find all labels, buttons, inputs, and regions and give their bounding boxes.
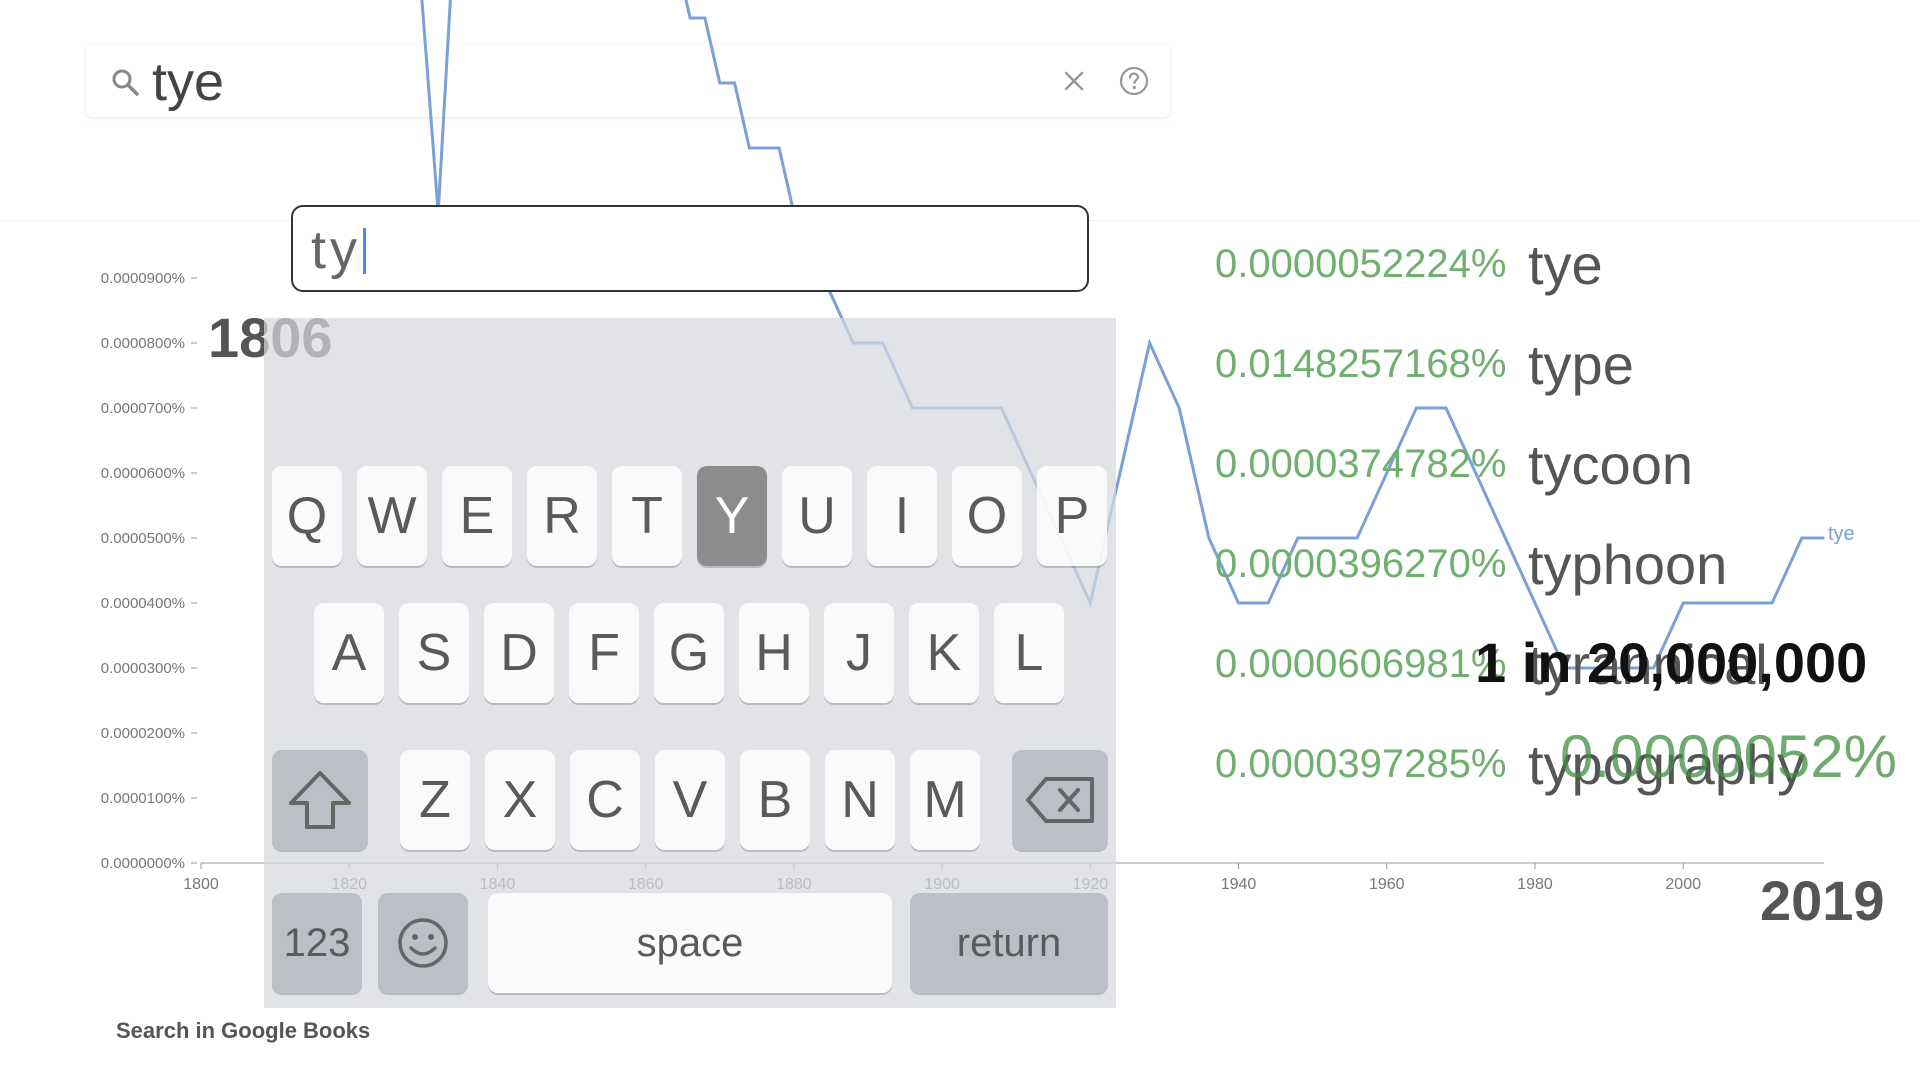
key-o[interactable]: O [952, 466, 1022, 566]
y-tick-label: 0.0000400% [101, 595, 185, 612]
y-tick-label: 0.0000300% [101, 660, 185, 677]
y-tick-label: 0.0000000% [101, 855, 185, 872]
x-tick-label: 1980 [1517, 876, 1553, 893]
word-label: tycoon [1528, 433, 1693, 496]
data-point [1297, 537, 1299, 539]
data-point [1504, 537, 1507, 539]
series-label-tye: tye [1828, 523, 1855, 545]
x-tick-label: 2000 [1665, 876, 1701, 893]
key-a[interactable]: A [314, 603, 384, 703]
key-z[interactable]: Z [400, 750, 470, 850]
space-key[interactable]: space [488, 893, 892, 993]
ratio-overlay-text: 1 in 20,000,000 [1475, 631, 1868, 694]
percent-overlay-text: 0.0000052% [1560, 723, 1897, 790]
data-point [1445, 407, 1447, 409]
word-label: type [1528, 333, 1634, 396]
data-point [1823, 537, 1825, 539]
data-point [1741, 602, 1744, 604]
y-tick-label: 0.0000800% [101, 335, 185, 352]
data-point [718, 82, 721, 84]
data-point [1682, 602, 1684, 604]
key-g[interactable]: G [654, 603, 724, 703]
data-point [1771, 602, 1773, 604]
word-label: typhoon [1528, 533, 1728, 596]
key-y[interactable]: Y [697, 466, 767, 566]
data-point [704, 17, 706, 19]
key-h[interactable]: H [739, 603, 809, 703]
data-point [1208, 537, 1210, 539]
word-percent: 0.0000606981% [1215, 642, 1507, 686]
key-t[interactable]: T [612, 466, 682, 566]
word-percent: 0.0000397285% [1215, 742, 1507, 786]
data-point [763, 147, 766, 149]
word-percent: 0.0000374782% [1215, 442, 1507, 486]
backspace-key[interactable] [1012, 750, 1108, 850]
end-year-label: 2019 [1760, 869, 1885, 932]
on-screen-keyboard: QWERTYUIOP ASDFGHJKL ZXCVBNM 123 space r… [264, 318, 1116, 1008]
key-k[interactable]: K [909, 603, 979, 703]
data-point [1178, 407, 1181, 409]
y-axis: 0.0000000% 0.0000100% 0.0000200% 0.0000300%… [101, 270, 197, 872]
key-m[interactable]: M [910, 750, 980, 850]
word-percent: 0.0000052224% [1215, 242, 1507, 286]
y-tick-label: 0.0000900% [101, 270, 185, 287]
emoji-icon [398, 918, 448, 968]
key-s[interactable]: S [399, 603, 469, 703]
shift-arrow-icon [289, 771, 351, 829]
key-r[interactable]: R [527, 466, 597, 566]
key-c[interactable]: C [570, 750, 640, 850]
emoji-key[interactable] [378, 893, 468, 993]
key-x[interactable]: X [485, 750, 555, 850]
word-percent: 0.0000396270% [1215, 542, 1507, 586]
data-point [1415, 407, 1418, 409]
word-input-value[interactable]: ty [311, 219, 367, 281]
data-point [689, 17, 691, 19]
return-key[interactable]: return [910, 893, 1108, 993]
key-l[interactable]: L [994, 603, 1064, 703]
word-percent: 0.0148257168% [1215, 342, 1507, 386]
data-point [1800, 537, 1803, 539]
key-f[interactable]: F [569, 603, 639, 703]
key-d[interactable]: D [484, 603, 554, 703]
numbers-key[interactable]: 123 [272, 893, 362, 993]
key-e[interactable]: E [442, 466, 512, 566]
backspace-icon [1026, 777, 1094, 823]
key-w[interactable]: W [357, 466, 427, 566]
x-tick-label: 1940 [1221, 876, 1257, 893]
key-p[interactable]: P [1037, 466, 1107, 566]
x-tick-label: 1960 [1369, 876, 1405, 893]
data-point [1326, 537, 1329, 539]
y-tick-label: 0.0000500% [101, 530, 185, 547]
y-tick-label: 0.0000600% [101, 465, 185, 482]
text-cursor [363, 228, 367, 274]
y-tick-label: 0.0000700% [101, 400, 185, 417]
key-u[interactable]: U [782, 466, 852, 566]
y-tick-label: 0.0000200% [101, 725, 185, 742]
data-point [1237, 602, 1240, 604]
key-b[interactable]: B [740, 750, 810, 850]
word-input-field[interactable]: ty [291, 205, 1089, 292]
data-point [422, 17, 425, 19]
word-label: tye [1528, 233, 1603, 296]
data-point [1534, 602, 1536, 604]
data-point [1148, 342, 1151, 344]
search-google-books-link[interactable]: Search in Google Books [116, 1018, 370, 1044]
key-j[interactable]: J [824, 603, 894, 703]
data-point [1356, 537, 1358, 539]
y-tick-label: 0.0000100% [101, 790, 185, 807]
x-tick-label: 1800 [183, 876, 219, 893]
data-point [1119, 472, 1121, 474]
key-n[interactable]: N [825, 750, 895, 850]
data-point [748, 147, 751, 149]
key-q[interactable]: Q [272, 466, 342, 566]
data-point [778, 147, 780, 149]
shift-key[interactable] [272, 750, 368, 850]
key-i[interactable]: I [867, 466, 937, 566]
data-point [1712, 602, 1714, 604]
data-point [1267, 602, 1269, 604]
data-point [733, 82, 736, 84]
key-v[interactable]: V [655, 750, 725, 850]
